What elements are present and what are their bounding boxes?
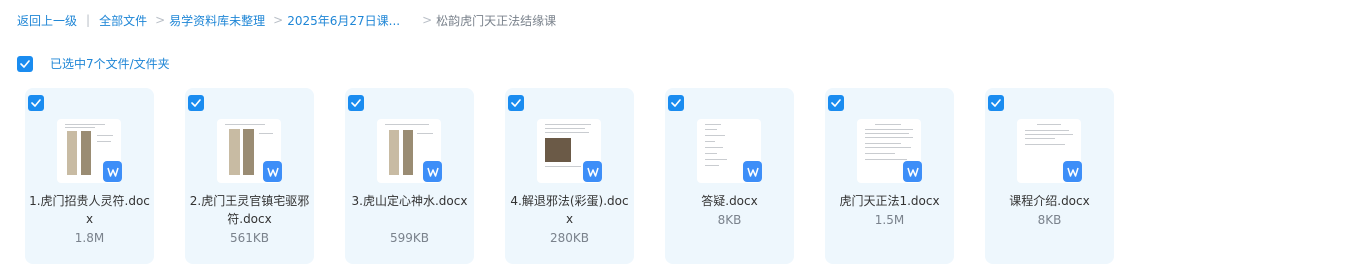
file-size: 8KB	[1037, 213, 1062, 227]
breadcrumb-folder-unsorted[interactable]: 易学资料库未整理	[169, 12, 265, 29]
selection-count-label: 已选中7个文件/文件夹	[50, 57, 170, 71]
file-size: 561KB	[229, 231, 269, 245]
file-checkbox[interactable]	[668, 95, 684, 111]
file-checkbox[interactable]	[508, 95, 524, 111]
file-name: 虎门天正法1.docx	[839, 194, 940, 208]
word-doc-icon	[103, 161, 122, 182]
chevron-right-icon: >	[155, 13, 166, 27]
file-checkbox[interactable]	[28, 95, 44, 111]
file-size: 280KB	[549, 231, 589, 245]
file-card[interactable]: 3.虎山定心神水.docx 599KB	[345, 88, 474, 264]
breadcrumb-divider: |	[86, 13, 91, 27]
chevron-right-icon: >	[273, 13, 284, 27]
checkmark-icon	[351, 99, 361, 107]
file-checkbox[interactable]	[188, 95, 204, 111]
breadcrumb: 返回上一级 | 全部文件 > 易学资料库未整理 > 2025年6月27日课...…	[17, 11, 556, 29]
file-name: 2.虎门王灵官镇宅驱邪符.docx	[189, 194, 310, 226]
checkmark-icon	[191, 99, 201, 107]
file-name: 4.解退邪法(彩蛋).docx	[510, 194, 629, 226]
word-doc-icon	[743, 161, 762, 182]
checkmark-icon	[671, 99, 681, 107]
file-card[interactable]: 2.虎门王灵官镇宅驱邪符.docx 561KB	[185, 88, 314, 264]
file-card[interactable]: 课程介绍.docx 8KB	[985, 88, 1114, 264]
word-doc-icon	[583, 161, 602, 182]
file-checkbox[interactable]	[348, 95, 364, 111]
breadcrumb-current: 松韵虎门天正法结缘课	[436, 13, 557, 28]
word-doc-icon	[263, 161, 282, 182]
file-name: 1.虎门招贵人灵符.docx	[29, 194, 150, 226]
word-doc-icon	[1063, 161, 1082, 182]
file-size: 599KB	[389, 231, 429, 245]
checkmark-icon	[511, 99, 521, 107]
checkmark-icon	[20, 59, 30, 68]
file-checkbox[interactable]	[828, 95, 844, 111]
file-card[interactable]: 答疑.docx 8KB	[665, 88, 794, 264]
checkmark-icon	[31, 99, 41, 107]
word-doc-icon	[423, 161, 442, 182]
select-all-checkbox[interactable]	[17, 55, 33, 72]
checkmark-icon	[831, 99, 841, 107]
file-size: 8KB	[717, 213, 742, 227]
word-doc-icon	[903, 161, 922, 182]
back-link[interactable]: 返回上一级	[17, 12, 77, 29]
file-card[interactable]: 虎门天正法1.docx 1.5M	[825, 88, 954, 264]
checkmark-icon	[991, 99, 1001, 107]
breadcrumb-all-files[interactable]: 全部文件	[99, 12, 147, 29]
chevron-right-icon: >	[422, 13, 433, 27]
file-card[interactable]: 1.虎门招贵人灵符.docx 1.8M	[25, 88, 154, 264]
file-size: 1.5M	[874, 213, 905, 227]
file-name: 答疑.docx	[701, 194, 758, 208]
file-checkbox[interactable]	[988, 95, 1004, 111]
file-size: 1.8M	[74, 231, 105, 245]
file-name: 课程介绍.docx	[1009, 194, 1090, 208]
selection-bar: 已选中7个文件/文件夹	[17, 55, 170, 72]
file-card[interactable]: 4.解退邪法(彩蛋).docx 280KB	[505, 88, 634, 264]
file-name: 3.虎山定心神水.docx	[351, 194, 468, 208]
breadcrumb-folder-date[interactable]: 2025年6月27日课...	[287, 12, 400, 29]
